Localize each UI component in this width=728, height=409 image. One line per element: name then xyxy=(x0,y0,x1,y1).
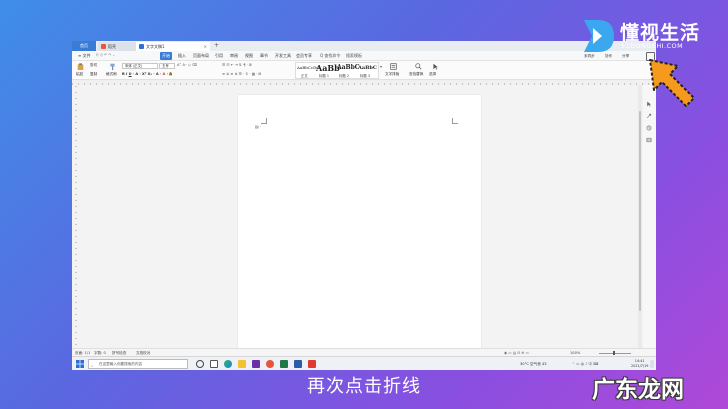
quick-access-icons[interactable]: ⎘ ⎙ ↶ ↷ ⌄ xyxy=(96,53,115,58)
chevron-down-icon[interactable]: ▾ xyxy=(380,64,385,69)
word-icon[interactable] xyxy=(294,360,302,368)
add-tab-button[interactable]: + xyxy=(214,41,219,51)
cortana-icon[interactable] xyxy=(196,360,204,368)
margin-corner xyxy=(452,118,458,124)
style-heading2-caption: 标题 2 xyxy=(339,74,350,78)
format-painter-label: 格式刷 xyxy=(106,72,117,76)
tab-label: 稻壳 xyxy=(108,44,116,49)
tab-document[interactable]: 文字文稿1 × xyxy=(136,42,210,51)
scrollbar-thumb[interactable] xyxy=(639,111,641,311)
menu-references[interactable]: 引用 xyxy=(213,52,225,60)
font-size-select[interactable]: 五号 xyxy=(159,63,175,69)
file-menu[interactable]: ≡ 文件 xyxy=(76,52,93,60)
right-tool-panel xyxy=(643,85,656,348)
find-replace-icon[interactable] xyxy=(415,63,422,70)
tab-docer[interactable]: 稻壳 xyxy=(98,42,136,51)
tab-bar: 首页 稻壳 文字文稿1 × + xyxy=(72,41,656,51)
paste-icon[interactable] xyxy=(77,63,84,70)
brand-watermark: 广东龙网 xyxy=(592,377,684,403)
margin-corner xyxy=(261,118,267,124)
text-layout-label: 文字排版 xyxy=(385,72,400,76)
document-icon xyxy=(139,44,144,49)
paste-label: 粘贴 xyxy=(76,72,84,76)
cut-button[interactable]: 剪切 xyxy=(90,63,97,68)
font-name-select[interactable]: 宋体 (正文) xyxy=(122,63,158,69)
find-command-search[interactable]: Q 查找命令 xyxy=(318,52,342,60)
tray-icons[interactable]: ⌃ ▭ ◍ ♪ 中 ⌨ xyxy=(572,357,598,370)
adjust-tool-icon[interactable] xyxy=(646,113,652,119)
task-view-icon[interactable] xyxy=(210,360,218,368)
orange-arrow-icon xyxy=(649,59,695,107)
menu-developer[interactable]: 开发工具 xyxy=(273,52,293,60)
style-heading3-preview[interactable]: AaBbC xyxy=(358,63,377,73)
font-grow-shrink-icons[interactable]: A⁺ A⁻ ◇ ⌫ xyxy=(177,63,197,68)
zoom-slider[interactable] xyxy=(599,352,631,354)
align-icons[interactable]: ≡ ≣ ≡ ≣ ☰ · ⇕ · ▦ · ⊞ xyxy=(222,72,262,77)
search-placeholder: 在这里输入你要搜索的内容 xyxy=(99,362,143,366)
taskbar-clock[interactable]: 14:41 2021/7/19 xyxy=(631,359,648,369)
style-heading3-caption: 标题 3 xyxy=(360,74,371,78)
tab-label: 文字文稿1 xyxy=(146,44,165,49)
select-pointer-icon[interactable] xyxy=(432,63,439,70)
menu-view[interactable]: 视图 xyxy=(243,52,255,60)
horizontal-ruler[interactable] xyxy=(72,80,656,85)
select-label: 选择 xyxy=(429,72,437,76)
windows-start-icon[interactable] xyxy=(76,360,84,368)
style-normal-caption: 正文 xyxy=(301,74,308,78)
menu-insert[interactable]: 插入 xyxy=(176,52,188,60)
menu-chapter[interactable]: 章节 xyxy=(258,52,270,60)
zoom-slider-knob[interactable] xyxy=(613,351,615,355)
windows-taskbar: ⌕ 在这里输入你要搜索的内容 30°C 空气良 43 ⌃ ▭ ◍ ♪ 中 ⌨ 1… xyxy=(72,356,656,370)
taskbar-search-input[interactable]: ⌕ 在这里输入你要搜索的内容 xyxy=(88,359,188,369)
menu-home[interactable]: 开始 xyxy=(160,52,172,60)
edge-browser-icon[interactable] xyxy=(224,360,232,368)
template-search[interactable]: 搜索模板 xyxy=(344,52,364,60)
docer-icon xyxy=(101,44,106,49)
text-layout-icon[interactable] xyxy=(390,63,397,70)
logo-title: 懂视生活 xyxy=(620,22,701,44)
font-style-icons[interactable]: B I U · A · X² X₂ · A · A · A xyxy=(122,72,172,77)
find-replace-label: 查找替换 xyxy=(409,72,424,76)
style-heading2-preview[interactable]: AaBbC xyxy=(337,63,360,73)
browser-app-icon[interactable] xyxy=(266,360,274,368)
status-bar: 页面: 1/1 字数: 0 拼写检查 文档校对 ◉ ▭ ▤ ⊟ ⊕ ▭ 100% xyxy=(72,348,656,356)
layers-icon[interactable] xyxy=(646,137,652,143)
list-icons[interactable]: ☰ ☷ ⇤ ⇥ ⇅ ¶ · ⊞ xyxy=(222,63,252,68)
logo-subtitle: 51DONGSHI.COM xyxy=(621,42,684,50)
excel-icon[interactable] xyxy=(280,360,288,368)
search-icon: ⌕ xyxy=(91,364,94,368)
clock-date: 2021/7/19 xyxy=(631,364,649,368)
screen: 首页 稻壳 文字文稿1 × + ≡ 文件 ⎘ ⎙ ↶ ↷ ⌄ 开始 插入 页面布… xyxy=(72,41,656,370)
vertical-ruler[interactable] xyxy=(73,85,77,345)
tab-home[interactable]: 首页 xyxy=(72,41,96,51)
media-app-icon[interactable] xyxy=(252,360,260,368)
menu-page-layout[interactable]: 页面布局 xyxy=(191,52,211,60)
menu-review[interactable]: 审阅 xyxy=(228,52,240,60)
history-icon[interactable] xyxy=(646,125,652,131)
menu-bar: ≡ 文件 ⎘ ⎙ ↶ ↷ ⌄ 开始 插入 页面布局 引用 审阅 视图 章节 开发… xyxy=(72,51,656,61)
close-icon[interactable]: × xyxy=(204,42,207,51)
format-painter-icon[interactable] xyxy=(109,63,116,70)
style-heading1-caption: 标题 1 xyxy=(319,74,330,78)
document-page[interactable]: ▤ · xyxy=(238,95,481,351)
copy-button[interactable]: 复制 xyxy=(90,72,97,77)
wps-icon[interactable] xyxy=(308,360,316,368)
text-cursor: ▤ · xyxy=(255,124,262,129)
menu-member[interactable]: 会员专享 xyxy=(294,52,314,60)
file-explorer-icon[interactable] xyxy=(238,360,246,368)
weather-status[interactable]: 30°C 空气良 43 xyxy=(520,357,547,370)
notification-icon[interactable] xyxy=(650,360,654,368)
